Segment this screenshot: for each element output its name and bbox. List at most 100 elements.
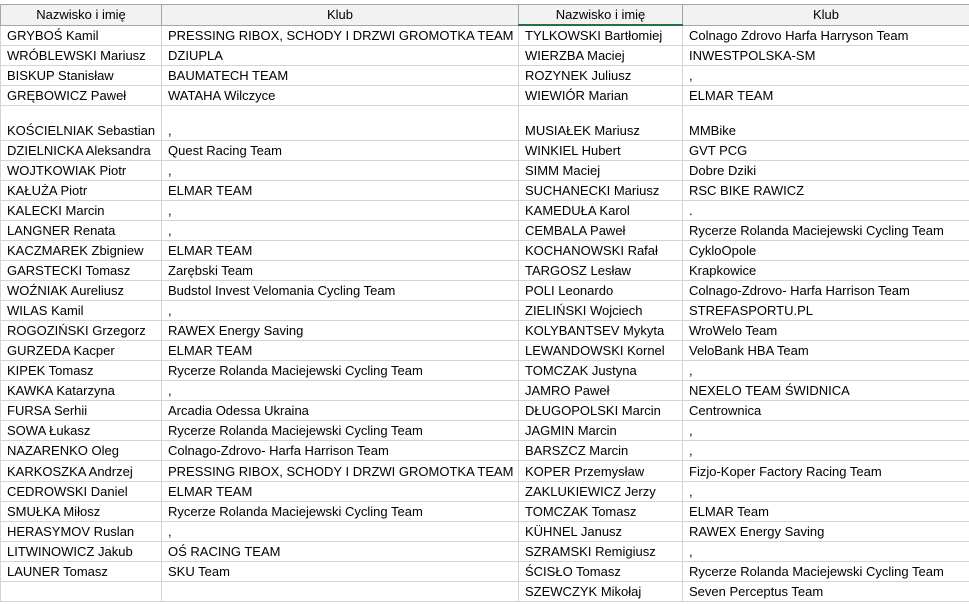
club-cell-right[interactable]: WroWelo Team xyxy=(682,320,969,341)
name-cell-right[interactable]: TARGOSZ Lesław xyxy=(518,260,683,281)
club-cell-right[interactable]: , xyxy=(682,440,969,461)
club-cell-right[interactable]: GVT PCG xyxy=(682,140,969,161)
name-cell-left[interactable]: HERASYMOV Ruslan xyxy=(0,521,162,542)
name-cell-left[interactable]: WOŹNIAK Aureliusz xyxy=(0,280,162,301)
club-cell-right[interactable]: Rycerze Rolanda Maciejewski Cycling Team xyxy=(682,561,969,582)
club-cell-right[interactable]: , xyxy=(682,360,969,381)
club-cell-right[interactable]: , xyxy=(682,65,969,86)
club-cell-left[interactable]: , xyxy=(161,521,519,542)
club-cell-left[interactable]: Zarębski Team xyxy=(161,260,519,281)
club-cell-right[interactable]: CykloOpole xyxy=(682,240,969,261)
name-cell-right[interactable]: TYLKOWSKI Bartłomiej xyxy=(518,24,683,46)
club-cell-right[interactable]: MMBike xyxy=(682,105,969,141)
club-cell-left[interactable]: , xyxy=(161,220,519,241)
name-cell-right[interactable]: JAMRO Paweł xyxy=(518,380,683,401)
name-cell-left[interactable]: FURSA Serhii xyxy=(0,400,162,421)
club-cell-right[interactable]: INWESTPOLSKA-SM xyxy=(682,45,969,66)
club-cell-left[interactable]: Rycerze Rolanda Maciejewski Cycling Team xyxy=(161,501,519,522)
club-cell-left[interactable]: SKU Team xyxy=(161,561,519,582)
club-cell-left[interactable]: , xyxy=(161,200,519,221)
name-cell-left[interactable]: KAWKA Katarzyna xyxy=(0,380,162,401)
name-cell-right[interactable]: ZAKLUKIEWICZ Jerzy xyxy=(518,481,683,502)
name-cell-right[interactable]: JAGMIN Marcin xyxy=(518,420,683,441)
name-cell-left[interactable]: KARKOSZKA Andrzej xyxy=(0,460,162,482)
club-cell-left[interactable]: ELMAR TEAM xyxy=(161,340,519,361)
header-name-1[interactable]: Nazwisko i imię xyxy=(0,4,162,26)
club-cell-left[interactable]: ELMAR TEAM xyxy=(161,481,519,502)
name-cell-left[interactable]: LITWINOWICZ Jakub xyxy=(0,541,162,562)
name-cell-right[interactable]: TOMCZAK Justyna xyxy=(518,360,683,381)
name-cell-right[interactable]: LEWANDOWSKI Kornel xyxy=(518,340,683,361)
club-cell-right[interactable]: , xyxy=(682,481,969,502)
club-cell-right[interactable]: Seven Perceptus Team xyxy=(682,581,969,602)
name-cell-right[interactable]: KAMEDUŁA Karol xyxy=(518,200,683,221)
club-cell-left[interactable] xyxy=(161,581,519,602)
name-cell-right[interactable]: POLI Leonardo xyxy=(518,280,683,301)
name-cell-left[interactable]: WILAS Kamil xyxy=(0,300,162,321)
club-cell-left[interactable]: Colnago-Zdrovo- Harfa Harrison Team xyxy=(161,440,519,461)
name-cell-right[interactable]: WIERZBA Maciej xyxy=(518,45,683,66)
name-cell-left[interactable]: WRÓBLEWSKI Mariusz xyxy=(0,45,162,66)
name-cell-right[interactable]: ZIELIŃSKI Wojciech xyxy=(518,300,683,321)
club-cell-right[interactable]: , xyxy=(682,420,969,441)
club-cell-left[interactable]: , xyxy=(161,300,519,321)
club-cell-left[interactable]: , xyxy=(161,160,519,181)
name-cell-right[interactable]: WIEWIÓR Marian xyxy=(518,85,683,106)
name-cell-left[interactable]: DZIELNICKA Aleksandra xyxy=(0,140,162,161)
club-cell-right[interactable]: , xyxy=(682,541,969,562)
club-cell-right[interactable]: Rycerze Rolanda Maciejewski Cycling Team xyxy=(682,220,969,241)
name-cell-left[interactable]: SMUŁKA Miłosz xyxy=(0,501,162,522)
name-cell-right[interactable]: TOMCZAK Tomasz xyxy=(518,501,683,522)
club-cell-right[interactable]: VeloBank HBA Team xyxy=(682,340,969,361)
header-name-2[interactable]: Nazwisko i imię xyxy=(518,4,683,26)
club-cell-right[interactable]: . xyxy=(682,200,969,221)
club-cell-left[interactable]: RAWEX Energy Saving xyxy=(161,320,519,341)
name-cell-left[interactable]: GURZEDA Kacper xyxy=(0,340,162,361)
club-cell-left[interactable]: ELMAR TEAM xyxy=(161,180,519,201)
name-cell-left[interactable]: KIPEK Tomasz xyxy=(0,360,162,381)
club-cell-left[interactable]: , xyxy=(161,105,519,141)
name-cell-left[interactable]: BISKUP Stanisław xyxy=(0,65,162,86)
name-cell-left[interactable]: NAZARENKO Oleg xyxy=(0,440,162,461)
club-cell-right[interactable]: Krapkowice xyxy=(682,260,969,281)
name-cell-right[interactable]: CEMBALA Paweł xyxy=(518,220,683,241)
club-cell-left[interactable]: BAUMATECH TEAM xyxy=(161,65,519,86)
name-cell-left[interactable]: KALECKI Marcin xyxy=(0,200,162,221)
name-cell-right[interactable]: KOCHANOWSKI Rafał xyxy=(518,240,683,261)
name-cell-right[interactable]: BARSZCZ Marcin xyxy=(518,440,683,461)
name-cell-left[interactable]: LAUNER Tomasz xyxy=(0,561,162,582)
club-cell-right[interactable]: ELMAR TEAM xyxy=(682,85,969,106)
club-cell-left[interactable]: Quest Racing Team xyxy=(161,140,519,161)
club-cell-left[interactable]: PRESSING RIBOX, SCHODY I DRZWI GROMOTKA … xyxy=(161,460,519,482)
name-cell-left[interactable]: GARSTECKI Tomasz xyxy=(0,260,162,281)
name-cell-left[interactable]: WOJTKOWIAK Piotr xyxy=(0,160,162,181)
club-cell-left[interactable]: , xyxy=(161,380,519,401)
club-cell-left[interactable]: Rycerze Rolanda Maciejewski Cycling Team xyxy=(161,420,519,441)
name-cell-right[interactable]: WINKIEL Hubert xyxy=(518,140,683,161)
name-cell-left[interactable] xyxy=(0,581,162,602)
name-cell-right[interactable]: DŁUGOPOLSKI Marcin xyxy=(518,400,683,421)
name-cell-right[interactable]: ROZYNEK Juliusz xyxy=(518,65,683,86)
club-cell-right[interactable]: STREFASPORTU.PL xyxy=(682,300,969,321)
name-cell-left[interactable]: ROGOZIŃSKI Grzegorz xyxy=(0,320,162,341)
name-cell-left[interactable]: LANGNER Renata xyxy=(0,220,162,241)
club-cell-right[interactable]: Fizjo-Koper Factory Racing Team xyxy=(682,460,969,482)
name-cell-left[interactable]: GRYBOŚ Kamil xyxy=(0,24,162,46)
club-cell-left[interactable]: ELMAR TEAM xyxy=(161,240,519,261)
club-cell-left[interactable]: Budstol Invest Velomania Cycling Team xyxy=(161,280,519,301)
header-club-1[interactable]: Klub xyxy=(161,4,519,26)
club-cell-left[interactable]: Arcadia Odessa Ukraina xyxy=(161,400,519,421)
name-cell-right[interactable]: ŚCISŁO Tomasz xyxy=(518,561,683,582)
club-cell-left[interactable]: WATAHA Wilczyce xyxy=(161,85,519,106)
name-cell-right[interactable]: SZRAMSKI Remigiusz xyxy=(518,541,683,562)
name-cell-right[interactable]: KOPER Przemysław xyxy=(518,460,683,482)
name-cell-left[interactable]: KOŚCIELNIAK Sebastian xyxy=(0,105,162,141)
club-cell-left[interactable]: DZIUPLA xyxy=(161,45,519,66)
club-cell-right[interactable]: Colnago-Zdrovo- Harfa Harrison Team xyxy=(682,280,969,301)
club-cell-right[interactable]: RSC BIKE RAWICZ xyxy=(682,180,969,201)
name-cell-left[interactable]: CEDROWSKI Daniel xyxy=(0,481,162,502)
club-cell-left[interactable]: OŚ RACING TEAM xyxy=(161,541,519,562)
name-cell-right[interactable]: SUCHANECKI Mariusz xyxy=(518,180,683,201)
name-cell-left[interactable]: KAŁUŻA Piotr xyxy=(0,180,162,201)
club-cell-left[interactable]: Rycerze Rolanda Maciejewski Cycling Team xyxy=(161,360,519,381)
